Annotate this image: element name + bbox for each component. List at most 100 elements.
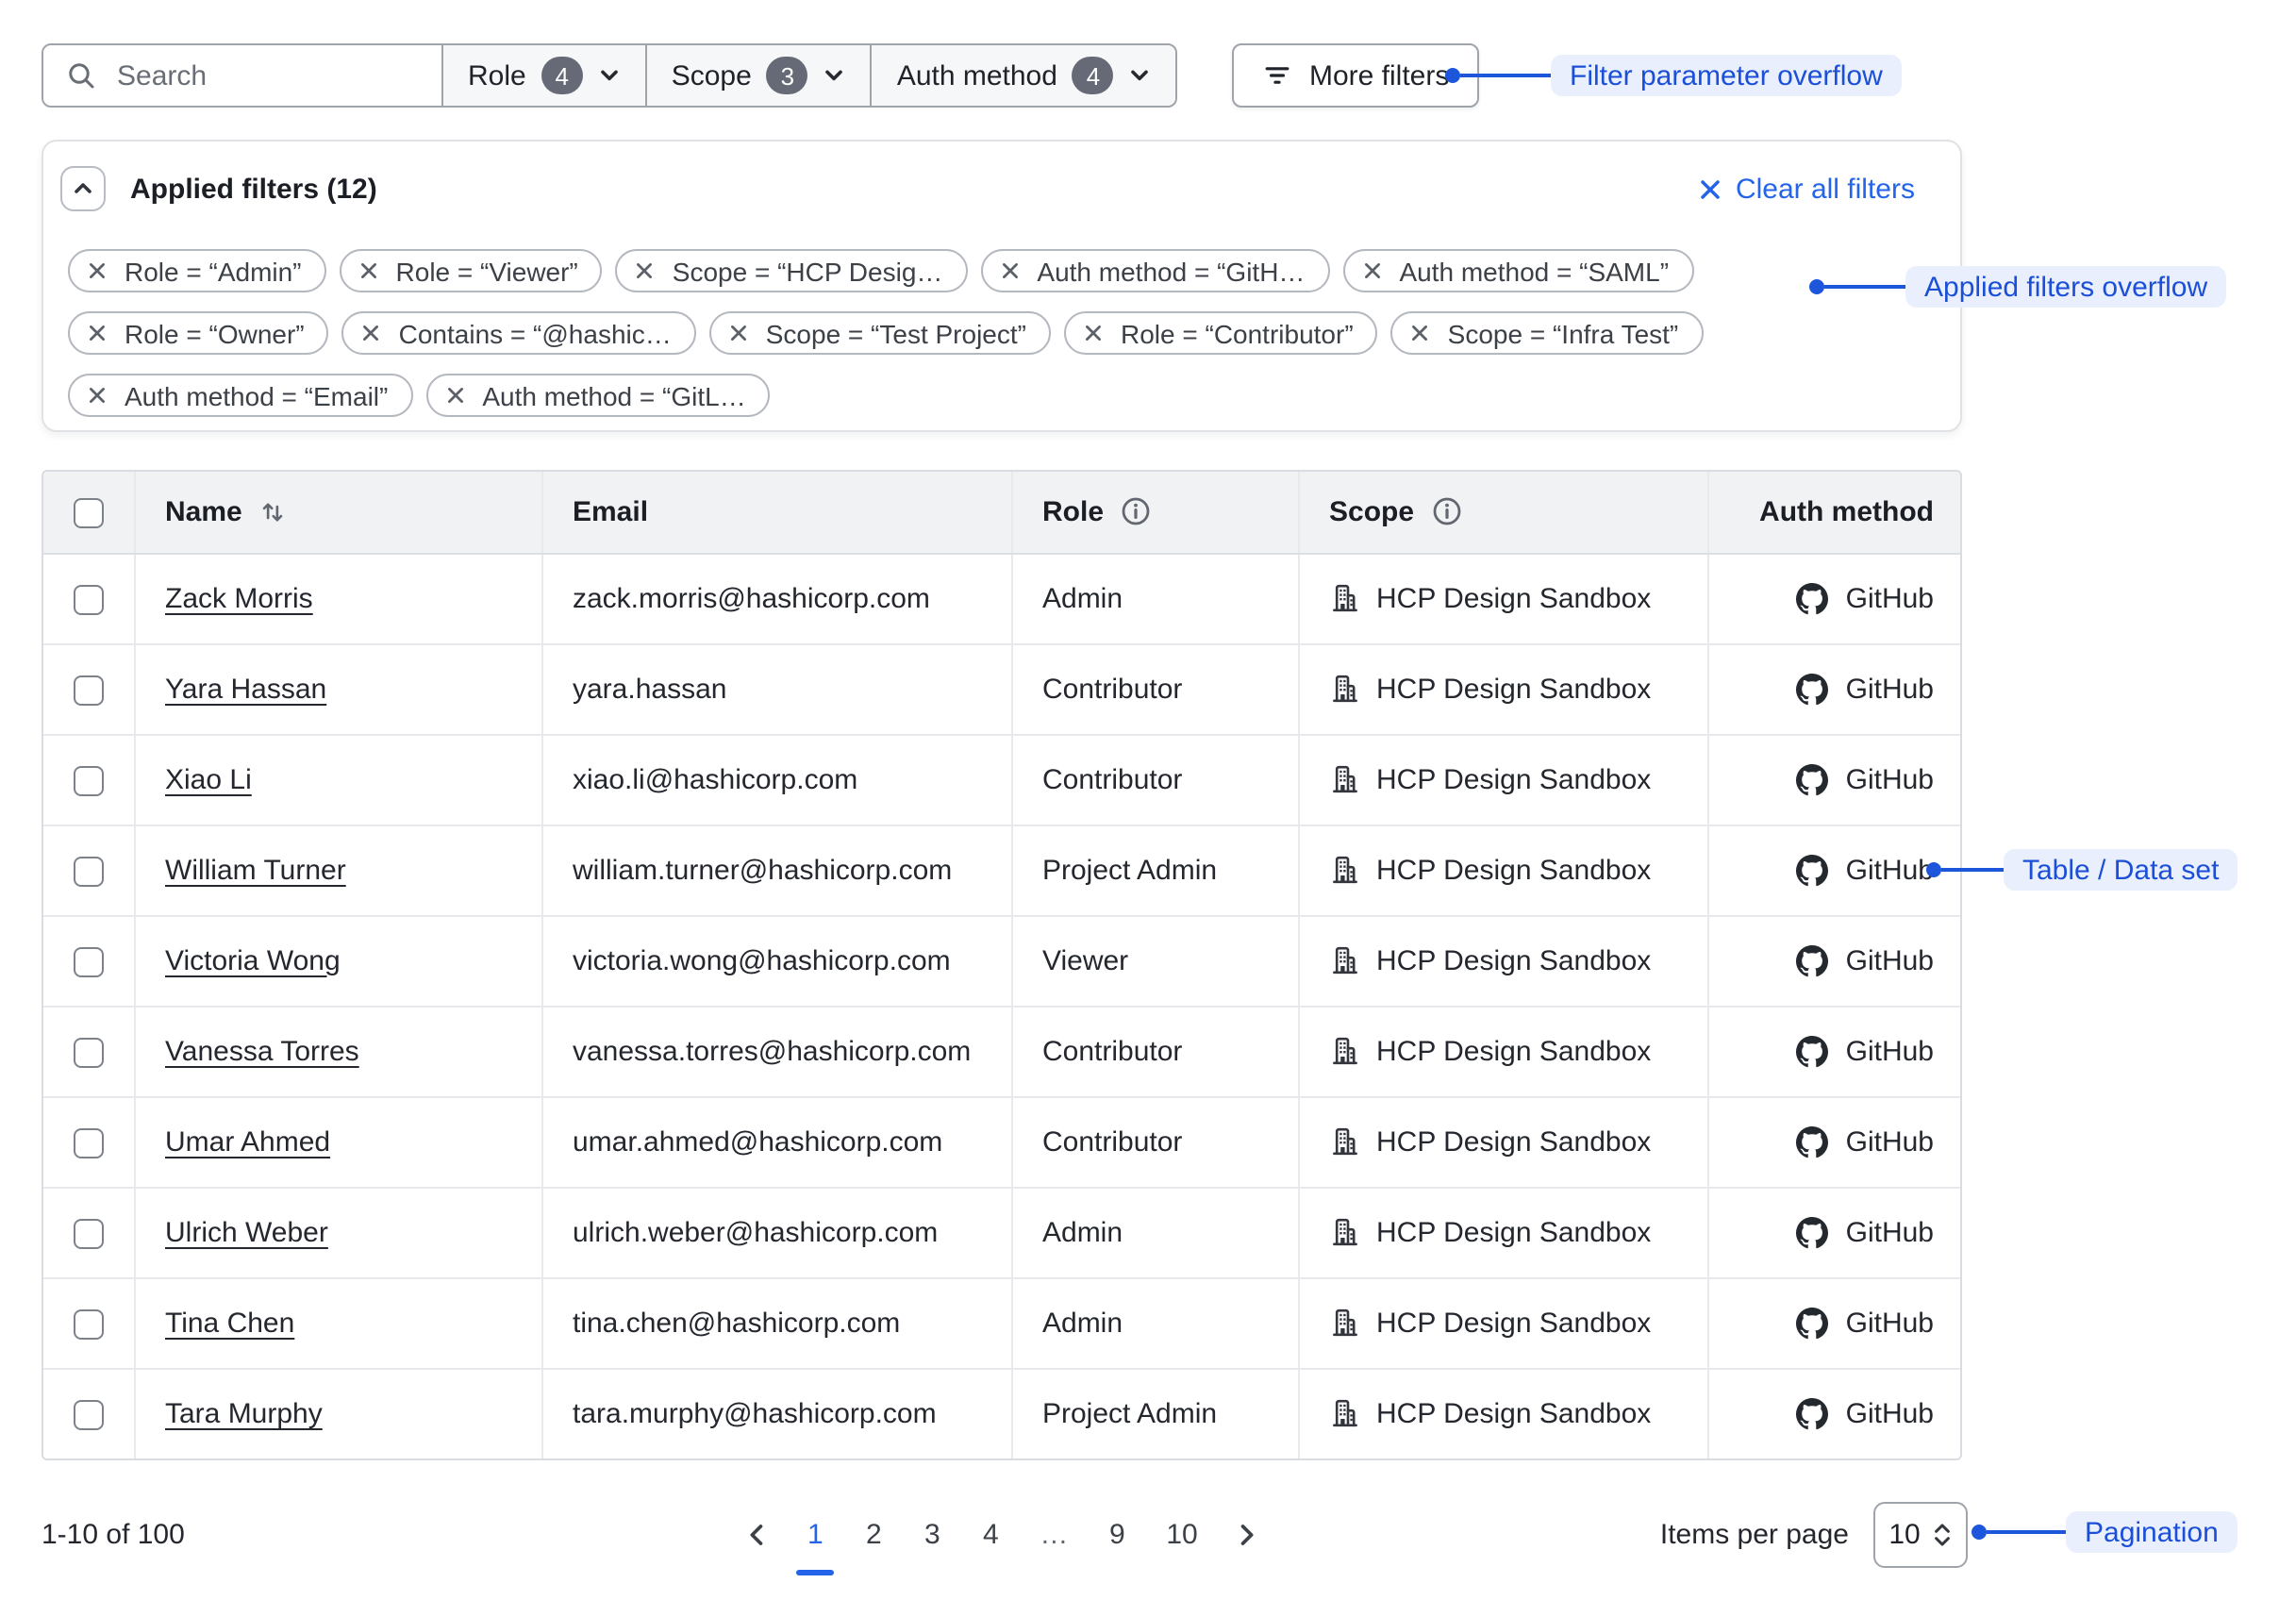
- user-name-link[interactable]: Zack Morris: [165, 582, 313, 614]
- user-name-link[interactable]: Vanessa Torres: [165, 1035, 359, 1067]
- auth-method-cell: GitHub: [1707, 1277, 1962, 1368]
- organization-building-icon: [1329, 1308, 1359, 1338]
- select-all-checkbox[interactable]: [74, 498, 104, 528]
- filter-chip[interactable]: Auth method = “GitH…: [980, 249, 1329, 292]
- remove-filter-icon[interactable]: [1361, 260, 1382, 281]
- user-name-link[interactable]: Tina Chen: [165, 1307, 294, 1339]
- row-checkbox[interactable]: [74, 584, 104, 614]
- user-name-link[interactable]: William Turner: [165, 854, 346, 886]
- remove-filter-icon[interactable]: [87, 385, 108, 406]
- user-name-link[interactable]: Yara Hassan: [165, 673, 326, 705]
- annotation-filter-parameter-overflow: Filter parameter overflow: [1445, 55, 1902, 96]
- filter-chip[interactable]: Role = “Viewer”: [340, 249, 603, 292]
- row-checkbox[interactable]: [74, 1400, 104, 1430]
- table-header-row: NameEmailRoleScopeAuth method: [43, 472, 1962, 553]
- column-label: Name: [165, 496, 242, 528]
- organization-building-icon: [1329, 764, 1359, 794]
- scope-label: HCP Design Sandbox: [1376, 1307, 1651, 1339]
- page-button-4[interactable]: 4: [970, 1514, 1011, 1554]
- filter-dropdown-role[interactable]: Role 4: [443, 45, 647, 106]
- remove-filter-icon[interactable]: [635, 260, 656, 281]
- close-icon: [1698, 176, 1722, 201]
- organization-building-icon: [1329, 855, 1359, 885]
- table-row: Yara Hassan yara.hassan Contributor HCP …: [43, 643, 1962, 734]
- annotation-line: [1824, 285, 1905, 289]
- page-button-1[interactable]: 1: [794, 1514, 836, 1554]
- remove-filter-icon[interactable]: [358, 260, 379, 281]
- page-ellipsis: …: [1028, 1514, 1079, 1554]
- info-icon[interactable]: [1431, 497, 1461, 527]
- auth-method-label: GitHub: [1846, 763, 1934, 795]
- filter-dropdown-label: Role: [468, 59, 526, 92]
- auth-method-cell: GitHub: [1707, 734, 1962, 825]
- page-button-10[interactable]: 10: [1155, 1514, 1208, 1554]
- more-filters-button[interactable]: More filters: [1232, 43, 1479, 108]
- filter-chip[interactable]: Auth method = “SAML”: [1342, 249, 1693, 292]
- auth-method-cell: GitHub: [1707, 915, 1962, 1006]
- page-button-3[interactable]: 3: [911, 1514, 953, 1554]
- filter-chip-label: Scope = “HCP Desig…: [673, 256, 943, 286]
- filter-chip[interactable]: Auth method = “Email”: [68, 374, 412, 417]
- remove-filter-icon[interactable]: [1083, 323, 1104, 343]
- github-icon: [1797, 582, 1829, 614]
- info-icon[interactable]: [1121, 497, 1151, 527]
- remove-filter-icon[interactable]: [87, 323, 108, 343]
- column-header-scope: Scope: [1298, 472, 1707, 553]
- auth-method-cell: GitHub: [1707, 1006, 1962, 1096]
- remove-filter-icon[interactable]: [1410, 323, 1431, 343]
- remove-filter-icon[interactable]: [361, 323, 382, 343]
- filter-chip[interactable]: Contains = “@hashic…: [342, 311, 696, 355]
- row-checkbox[interactable]: [74, 1218, 104, 1248]
- email-cell: yara.hassan: [541, 643, 1011, 734]
- filter-chip[interactable]: Scope = “Infra Test”: [1391, 311, 1704, 355]
- sort-icon[interactable]: [259, 498, 288, 526]
- organization-building-icon: [1329, 1399, 1359, 1429]
- filter-chip[interactable]: Role = “Contributor”: [1064, 311, 1378, 355]
- user-name-link[interactable]: Umar Ahmed: [165, 1125, 330, 1158]
- annotation-dot: [1972, 1525, 1987, 1540]
- applied-filters-panel: Applied filters (12) Clear all filters R…: [42, 140, 1962, 432]
- user-name-link[interactable]: Victoria Wong: [165, 944, 341, 976]
- page-button-2[interactable]: 2: [853, 1514, 894, 1554]
- scope-cell: HCP Design Sandbox: [1298, 1368, 1707, 1458]
- annotation-applied-filters-overflow: Applied filters overflow: [1809, 266, 2226, 308]
- user-name-link[interactable]: Ulrich Weber: [165, 1216, 328, 1248]
- filter-chip[interactable]: Role = “Owner”: [68, 311, 329, 355]
- page-button-9[interactable]: 9: [1096, 1514, 1138, 1554]
- filter-chip-label: Auth method = “Email”: [125, 380, 388, 410]
- row-checkbox[interactable]: [74, 1127, 104, 1158]
- user-name-link[interactable]: Xiao Li: [165, 763, 252, 795]
- search-field[interactable]: [43, 45, 443, 106]
- user-name-link[interactable]: Tara Murphy: [165, 1398, 323, 1430]
- filter-chip-label: Auth method = “SAML”: [1399, 256, 1669, 286]
- email-cell: tara.murphy@hashicorp.com: [541, 1368, 1011, 1458]
- email-cell: william.turner@hashicorp.com: [541, 825, 1011, 915]
- remove-filter-icon[interactable]: [999, 260, 1020, 281]
- column-label: Scope: [1329, 496, 1414, 528]
- remove-filter-icon[interactable]: [444, 385, 465, 406]
- row-checkbox[interactable]: [74, 856, 104, 886]
- filter-chip[interactable]: Auth method = “GitL…: [425, 374, 770, 417]
- row-checkbox[interactable]: [74, 1308, 104, 1339]
- items-per-page-select[interactable]: 10: [1873, 1501, 1968, 1567]
- organization-building-icon: [1329, 1036, 1359, 1066]
- collapse-panel-button[interactable]: [60, 166, 106, 211]
- row-checkbox[interactable]: [74, 675, 104, 705]
- row-checkbox[interactable]: [74, 946, 104, 976]
- remove-filter-icon[interactable]: [87, 260, 108, 281]
- row-checkbox[interactable]: [74, 1037, 104, 1067]
- remove-filter-icon[interactable]: [728, 323, 749, 343]
- filter-chip[interactable]: Role = “Admin”: [68, 249, 326, 292]
- filter-chip[interactable]: Scope = “HCP Desig…: [616, 249, 968, 292]
- previous-page-button[interactable]: [738, 1518, 777, 1550]
- auth-method-cell: GitHub: [1707, 1187, 1962, 1277]
- search-input[interactable]: [113, 58, 396, 93]
- next-page-button[interactable]: [1226, 1518, 1266, 1550]
- filter-dropdown-auth-method[interactable]: Auth method 4: [873, 45, 1176, 106]
- clear-all-filters-link[interactable]: Clear all filters: [1698, 173, 1915, 205]
- filter-dropdown-scope[interactable]: Scope 3: [647, 45, 873, 106]
- table-row: Xiao Li xiao.li@hashicorp.com Contributo…: [43, 734, 1962, 825]
- row-checkbox[interactable]: [74, 765, 104, 795]
- filter-chip[interactable]: Scope = “Test Project”: [709, 311, 1051, 355]
- count-badge: 4: [1073, 57, 1114, 94]
